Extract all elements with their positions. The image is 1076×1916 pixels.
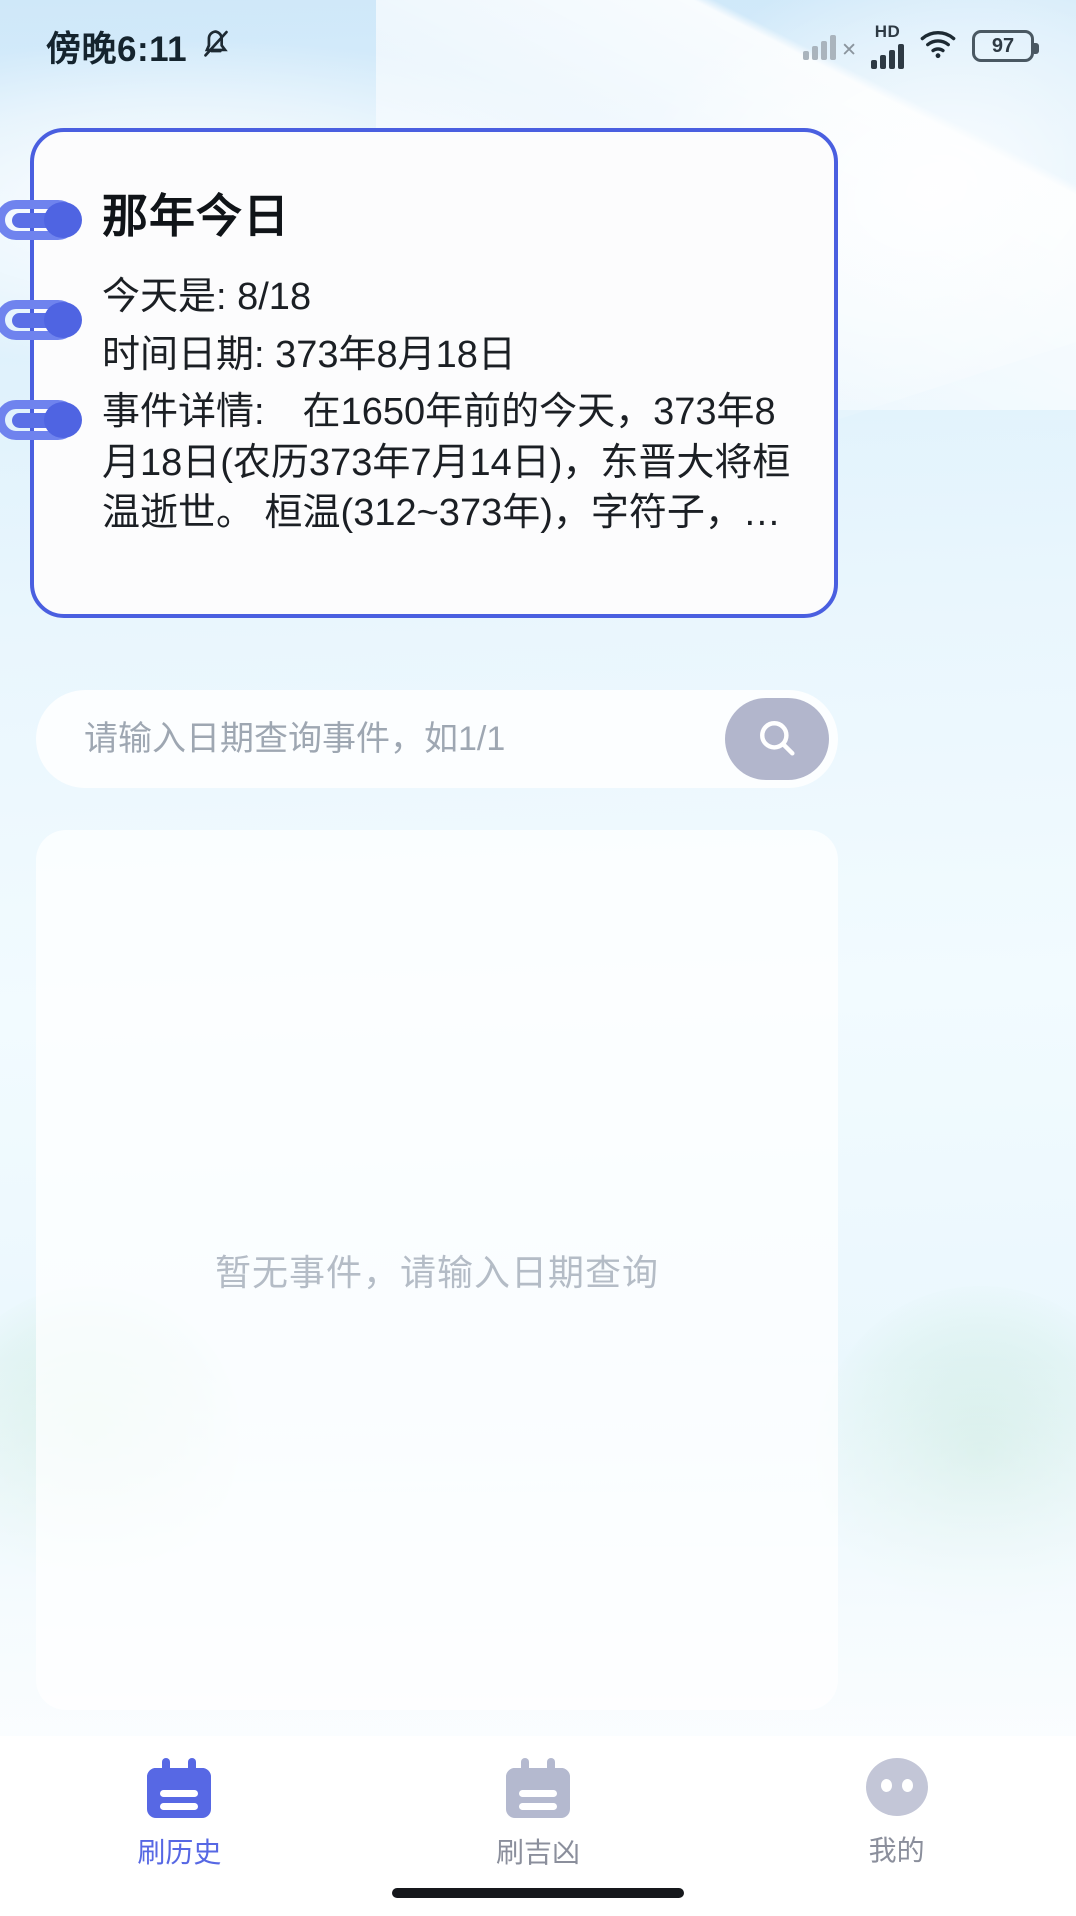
search-icon bbox=[754, 715, 800, 764]
status-time: 傍晚6:11 bbox=[46, 21, 187, 72]
calendar-icon bbox=[506, 1758, 570, 1818]
tab-label: 我的 bbox=[869, 1829, 925, 1869]
signal-bars-no-service-icon: ✕ bbox=[803, 32, 857, 60]
battery-icon: 97 bbox=[972, 30, 1034, 62]
card-date-line: 时间日期: 373年8月18日 bbox=[102, 330, 792, 381]
tab-shua-jixiong[interactable]: 刷吉凶 bbox=[359, 1758, 718, 1871]
tab-wode[interactable]: 我的 bbox=[717, 1758, 1076, 1869]
today-in-history-card[interactable]: 那年今日 今天是: 8/18 时间日期: 373年8月18日 事件详情: 在16… bbox=[30, 128, 838, 618]
signal-bars-icon bbox=[871, 41, 904, 69]
wifi-icon bbox=[918, 28, 958, 65]
tab-label: 刷历史 bbox=[137, 1831, 221, 1871]
empty-state-text: 暂无事件，请输入日期查询 bbox=[215, 1244, 659, 1296]
search-results-panel: 暂无事件，请输入日期查询 bbox=[36, 830, 838, 1710]
profile-face-icon bbox=[866, 1758, 928, 1816]
notebook-spiral-binding-icon bbox=[0, 300, 78, 340]
status-bar-left: 傍晚6:11 bbox=[46, 21, 233, 72]
bell-muted-icon bbox=[199, 27, 233, 66]
tab-shua-lishi[interactable]: 刷历史 bbox=[0, 1758, 359, 1871]
card-today-line: 今天是: 8/18 bbox=[102, 272, 792, 323]
notebook-spiral-binding-icon bbox=[0, 200, 78, 240]
search-button[interactable] bbox=[725, 698, 829, 780]
home-indicator[interactable] bbox=[392, 1888, 684, 1898]
notebook-spiral-binding-icon bbox=[0, 400, 78, 440]
card-detail-text: 事件详情: 在1650年前的今天，373年8月18日(农历373年7月14日)，… bbox=[102, 387, 792, 539]
status-bar-right: ✕ HD 97 bbox=[803, 23, 1034, 69]
status-bar: 傍晚6:11 ✕ HD 97 bbox=[0, 0, 1076, 92]
tab-label: 刷吉凶 bbox=[496, 1831, 580, 1871]
card-title: 那年今日 bbox=[102, 180, 792, 246]
hd-indicator: HD bbox=[871, 23, 904, 69]
search-input[interactable] bbox=[36, 720, 725, 759]
calendar-icon bbox=[147, 1758, 211, 1818]
search-bar[interactable] bbox=[36, 690, 838, 788]
